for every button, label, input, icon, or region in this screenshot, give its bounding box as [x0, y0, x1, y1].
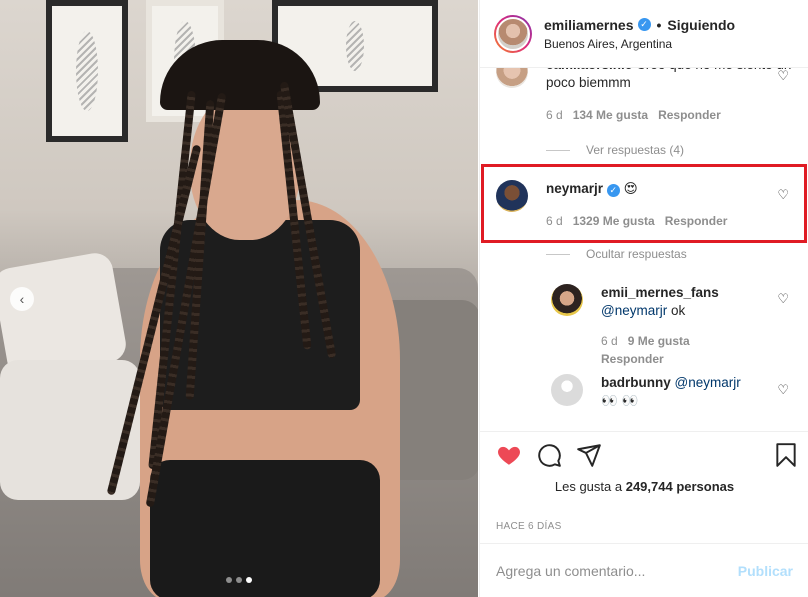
comment-likes[interactable]: 134 Me gusta — [573, 106, 648, 124]
comment-likes[interactable]: 1329 Me gusta — [573, 212, 655, 230]
comment-icon[interactable] — [536, 442, 562, 468]
publish-button[interactable]: Publicar — [738, 563, 793, 579]
reply-time[interactable]: 6 d — [601, 332, 618, 350]
view-replies-button[interactable]: Ver respuestas (4) — [546, 143, 684, 157]
post-photo: ‹ — [0, 0, 478, 597]
carousel-dot-active — [246, 577, 252, 583]
comment-username[interactable]: camilaorsinic — [546, 68, 632, 72]
reply-like-icon[interactable]: ♡ — [777, 291, 789, 307]
reply-like-icon[interactable]: ♡ — [777, 382, 789, 398]
comment-like-icon[interactable]: ♡ — [777, 68, 789, 84]
reply-item: emii_mernes_fans @neymarjr ok 6 d 9 Me g… — [551, 284, 806, 368]
reply-username[interactable]: emii_mernes_fans — [601, 285, 719, 300]
share-icon[interactable] — [576, 442, 602, 468]
wall-frame — [46, 0, 128, 142]
likes-prefix: Les gusta a — [554, 479, 623, 494]
reply-button[interactable]: Responder — [665, 212, 728, 230]
hide-replies-button[interactable]: Ocultar respuestas — [546, 247, 687, 261]
comments-list: camilaorsinic Creo que no me siento un p… — [480, 68, 808, 431]
reply-username[interactable]: badrbunny — [601, 375, 671, 390]
post-location[interactable]: Buenos Aires, Argentina — [544, 37, 735, 51]
reply-button[interactable]: Responder — [601, 350, 664, 368]
reply-button[interactable]: Responder — [658, 106, 721, 124]
post-header: emiliamernes ✓ • Siguiendo Buenos Aires,… — [480, 0, 808, 68]
commenter-avatar[interactable] — [496, 68, 528, 88]
comment-time[interactable]: 6 d — [546, 106, 563, 124]
following-button[interactable]: Siguiendo — [667, 17, 735, 33]
header-separator: • — [656, 16, 662, 33]
reply-mention[interactable]: @neymarjr — [675, 375, 741, 390]
verified-badge-icon: ✓ — [606, 183, 620, 197]
reply-mention[interactable]: @neymarjr — [601, 303, 667, 318]
comment-like-icon[interactable]: ♡ — [777, 187, 789, 203]
comment-time[interactable]: 6 d — [546, 212, 563, 230]
reply-item: badrbunny @neymarjr 👀 👀 — [551, 374, 806, 410]
comment-item: camilaorsinic Creo que no me siento un p… — [496, 68, 806, 124]
comment-emoji: 😍 — [623, 181, 638, 196]
comment-item: neymarjr ✓ 😍 6 d 1329 Me gusta Responder — [496, 180, 806, 230]
reply-text: ok — [667, 303, 686, 318]
comment-username[interactable]: neymarjr — [546, 181, 603, 196]
chevron-left-icon: ‹ — [19, 291, 25, 307]
bookmark-icon[interactable] — [773, 442, 799, 468]
author-username[interactable]: emiliamernes — [544, 17, 634, 33]
carousel-dot — [226, 577, 232, 583]
post-actions: Les gusta a 249,744 personas HACE 6 DÍAS — [480, 431, 808, 543]
post-sidebar: emiliamernes ✓ • Siguiendo Buenos Aires,… — [479, 0, 808, 597]
replier-avatar[interactable] — [551, 374, 583, 406]
reply-likes[interactable]: 9 Me gusta — [628, 332, 690, 350]
replier-avatar[interactable] — [551, 284, 583, 316]
replies-line — [546, 149, 570, 151]
replies-line — [546, 253, 570, 255]
carousel-dots — [0, 577, 478, 583]
commenter-avatar[interactable] — [496, 180, 528, 212]
comment-composer: Publicar — [480, 543, 808, 597]
view-replies-label: Ver respuestas (4) — [586, 143, 685, 157]
hide-replies-label: Ocultar respuestas — [586, 247, 687, 261]
comment-input[interactable] — [496, 562, 738, 579]
carousel-prev-button[interactable]: ‹ — [10, 287, 34, 311]
likes-count[interactable]: 249,744 personas — [626, 479, 734, 494]
pillow — [0, 360, 140, 500]
post-time[interactable]: HACE 6 DÍAS — [496, 521, 562, 532]
heart-filled-icon[interactable] — [496, 442, 522, 468]
verified-badge-icon: ✓ — [637, 18, 651, 31]
likes-summary[interactable]: Les gusta a 249,744 personas — [480, 479, 808, 494]
carousel-dot — [236, 577, 242, 583]
author-avatar[interactable] — [494, 14, 532, 53]
reply-text: 👀 👀 — [601, 393, 639, 408]
